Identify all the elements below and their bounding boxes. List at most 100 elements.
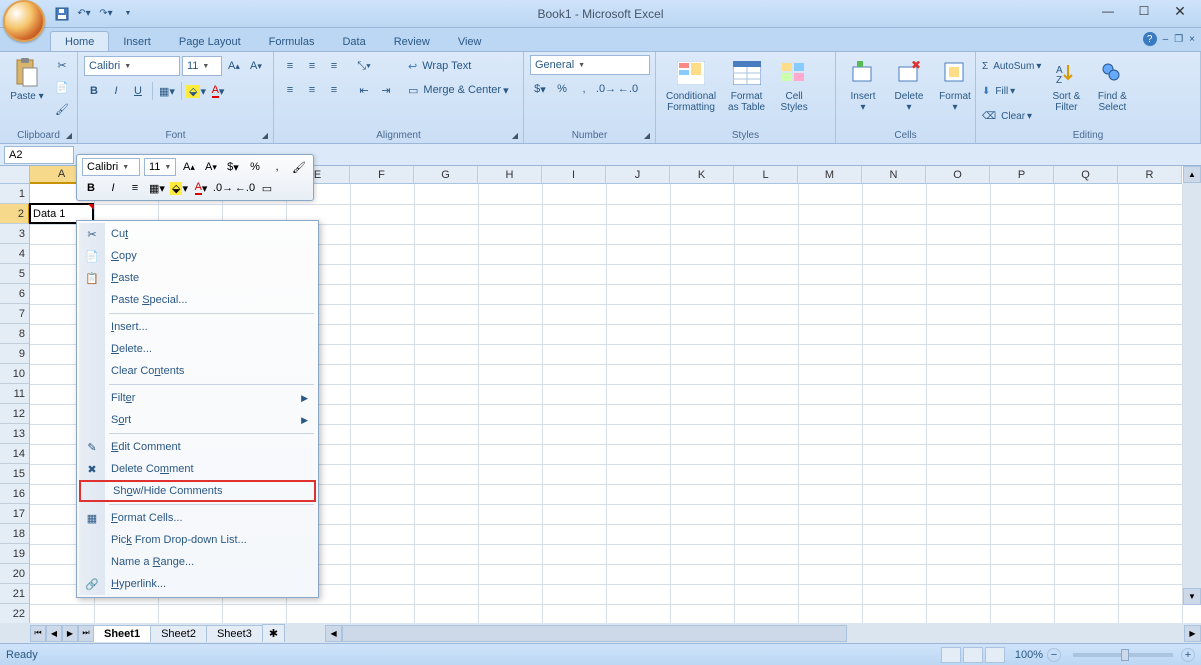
cell[interactable] xyxy=(542,384,606,404)
row-header[interactable]: 18 xyxy=(0,524,30,544)
cell[interactable] xyxy=(1054,304,1118,324)
cell[interactable] xyxy=(414,224,478,244)
cell[interactable] xyxy=(606,564,670,584)
wrap-text-button[interactable]: ↩Wrap Text xyxy=(408,55,509,77)
cell[interactable] xyxy=(990,204,1054,224)
cell[interactable] xyxy=(798,184,862,204)
cell[interactable] xyxy=(1118,444,1182,464)
cell[interactable] xyxy=(1054,184,1118,204)
sheet-nav-last-icon[interactable]: ⏭ xyxy=(78,625,94,642)
accounting-icon[interactable]: $▾ xyxy=(530,79,550,99)
cell[interactable] xyxy=(990,524,1054,544)
cell[interactable] xyxy=(734,604,798,623)
cell[interactable] xyxy=(1118,304,1182,324)
ctx-insert[interactable]: Insert... xyxy=(79,316,316,338)
orientation-icon[interactable]: ⤡▾ xyxy=(354,56,374,76)
cell[interactable] xyxy=(990,564,1054,584)
sheet-tab-1[interactable]: Sheet1 xyxy=(93,625,151,642)
align-bottom-icon[interactable]: ≡ xyxy=(324,56,344,76)
cell[interactable] xyxy=(670,184,734,204)
row-header[interactable]: 21 xyxy=(0,584,30,604)
cell[interactable] xyxy=(478,504,542,524)
cell[interactable] xyxy=(990,364,1054,384)
new-sheet-icon[interactable]: ✱ xyxy=(262,624,285,642)
copy-icon[interactable]: 📄 xyxy=(52,77,72,97)
cell[interactable] xyxy=(542,304,606,324)
cell[interactable] xyxy=(606,204,670,224)
cell[interactable] xyxy=(414,284,478,304)
cell[interactable] xyxy=(926,524,990,544)
cell[interactable] xyxy=(350,384,414,404)
row-header[interactable]: 22 xyxy=(0,604,30,623)
cell[interactable] xyxy=(350,204,414,224)
cell[interactable] xyxy=(1054,544,1118,564)
ctx-sort[interactable]: Sort▶ xyxy=(79,409,316,431)
cell[interactable] xyxy=(478,484,542,504)
cell[interactable] xyxy=(414,604,478,623)
cell[interactable] xyxy=(1118,484,1182,504)
column-header[interactable]: R xyxy=(1118,166,1182,184)
cell[interactable] xyxy=(1118,324,1182,344)
cell[interactable] xyxy=(798,384,862,404)
row-header[interactable]: 4 xyxy=(0,244,30,264)
cell[interactable] xyxy=(926,264,990,284)
cell[interactable] xyxy=(350,604,414,623)
align-left-icon[interactable]: ≡ xyxy=(280,80,300,100)
cell[interactable] xyxy=(542,264,606,284)
cell[interactable] xyxy=(734,344,798,364)
cell[interactable] xyxy=(478,544,542,564)
mini-dec-decimal-icon[interactable]: ←.0 xyxy=(236,179,254,197)
column-header[interactable]: H xyxy=(478,166,542,184)
cell[interactable] xyxy=(798,544,862,564)
cell[interactable] xyxy=(862,224,926,244)
column-header[interactable]: G xyxy=(414,166,478,184)
cell[interactable] xyxy=(1118,204,1182,224)
cell[interactable] xyxy=(542,204,606,224)
cell[interactable] xyxy=(414,544,478,564)
cell[interactable] xyxy=(606,364,670,384)
cell[interactable] xyxy=(606,424,670,444)
cell[interactable] xyxy=(606,444,670,464)
row-header[interactable]: 12 xyxy=(0,404,30,424)
cell[interactable] xyxy=(606,604,670,623)
cell[interactable] xyxy=(350,184,414,204)
cell[interactable] xyxy=(350,484,414,504)
cell[interactable] xyxy=(606,324,670,344)
scroll-down-icon[interactable]: ▼ xyxy=(1183,588,1201,605)
cell[interactable] xyxy=(478,324,542,344)
cell[interactable] xyxy=(926,424,990,444)
ctx-cut[interactable]: ✂Cut xyxy=(79,223,316,245)
cell[interactable] xyxy=(350,524,414,544)
alignment-launcher-icon[interactable]: ◢ xyxy=(509,129,521,141)
cell[interactable] xyxy=(478,204,542,224)
ctx-filter[interactable]: Filter▶ xyxy=(79,387,316,409)
column-header[interactable]: P xyxy=(990,166,1054,184)
cell[interactable] xyxy=(1118,544,1182,564)
cell[interactable] xyxy=(1054,224,1118,244)
cell[interactable] xyxy=(798,524,862,544)
cell[interactable] xyxy=(1118,504,1182,524)
cell[interactable] xyxy=(798,564,862,584)
cell[interactable] xyxy=(670,564,734,584)
cell[interactable] xyxy=(798,224,862,244)
cell[interactable] xyxy=(1054,424,1118,444)
cell[interactable] xyxy=(414,404,478,424)
cell[interactable] xyxy=(926,244,990,264)
cell[interactable] xyxy=(734,464,798,484)
ctx-delc[interactable]: ✖Delete Comment xyxy=(79,458,316,480)
cell[interactable] xyxy=(606,544,670,564)
cell[interactable] xyxy=(350,284,414,304)
cell[interactable] xyxy=(606,284,670,304)
cell[interactable] xyxy=(1054,524,1118,544)
cell[interactable] xyxy=(1054,364,1118,384)
row-header[interactable]: 15 xyxy=(0,464,30,484)
cell[interactable] xyxy=(158,604,222,623)
cell[interactable] xyxy=(734,304,798,324)
cell[interactable] xyxy=(478,224,542,244)
cell[interactable] xyxy=(990,424,1054,444)
cell[interactable] xyxy=(350,344,414,364)
cell[interactable] xyxy=(926,564,990,584)
scroll-left-icon[interactable]: ◀ xyxy=(325,625,342,642)
cell[interactable] xyxy=(670,364,734,384)
cell[interactable] xyxy=(606,484,670,504)
